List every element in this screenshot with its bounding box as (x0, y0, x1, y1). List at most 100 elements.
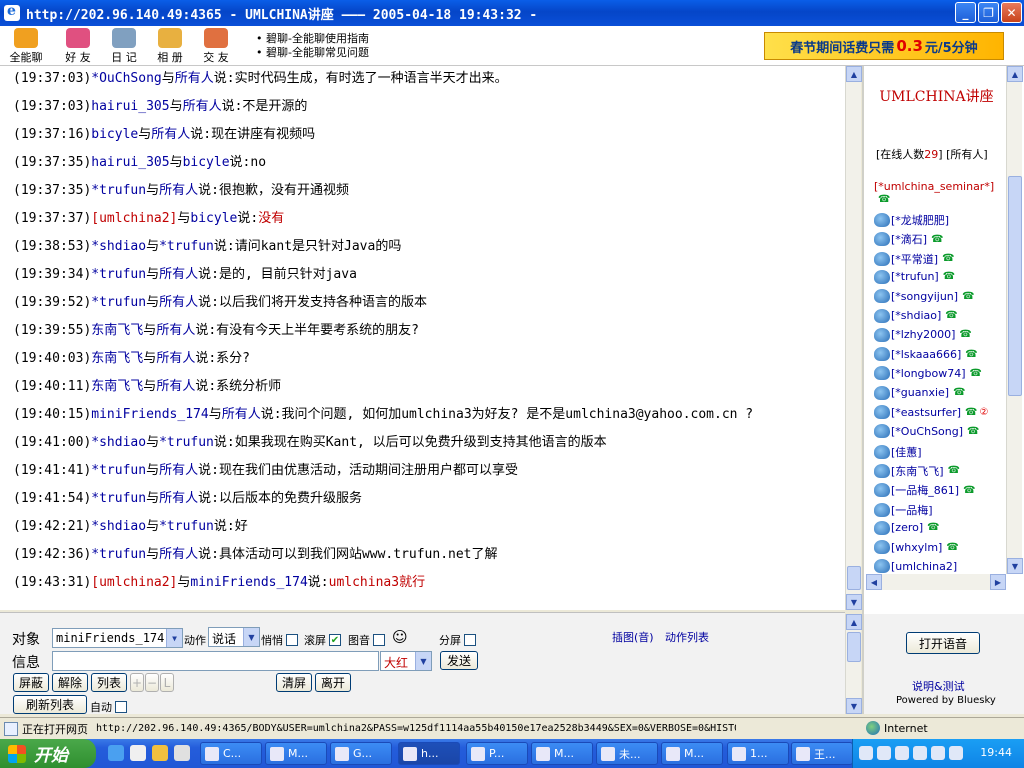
online-user[interactable]: [*OuChSong] ☎ (874, 424, 980, 439)
taskbar-task[interactable]: 王... (791, 742, 853, 765)
chat-sender[interactable]: *trufun (91, 295, 146, 310)
online-user[interactable]: [*滴石] ☎ (874, 231, 944, 247)
chat-sender[interactable]: [umlchina2] (91, 575, 177, 590)
chat-recipient[interactable]: 所有人 (156, 351, 195, 366)
whisper-checkbox[interactable]: 悄悄 (261, 632, 301, 648)
chat-sender[interactable]: *shdiao (91, 239, 146, 254)
app-quicklaunch-icon[interactable] (174, 745, 190, 761)
controls-scrollbar[interactable]: ▲ ▼ (845, 614, 862, 714)
taskbar-task[interactable]: P... (466, 742, 528, 765)
minimize-button[interactable]: _ (955, 2, 976, 23)
chat-recipient[interactable]: 所有人 (159, 183, 198, 198)
clear-button[interactable]: 清屏 (276, 673, 312, 692)
taskbar-task[interactable]: M... (265, 742, 327, 765)
chat-recipient[interactable]: *trufun (159, 239, 214, 254)
chat-recipient[interactable]: 所有人 (159, 547, 198, 562)
online-user[interactable]: [zero] ☎ (874, 520, 940, 535)
scroll-up-button[interactable]: ▲ (846, 66, 862, 82)
split-checkbox[interactable]: 分屏 (439, 632, 479, 648)
chat-recipient[interactable]: 所有人 (156, 323, 195, 338)
userlist-scroll-right[interactable]: ▶ (990, 574, 1006, 590)
controls-scroll-thumb[interactable] (847, 632, 861, 662)
chat-recipient[interactable]: miniFriends_174 (190, 575, 307, 590)
chat-sender[interactable]: *trufun (91, 267, 146, 282)
chat-sender[interactable]: *trufun (91, 491, 146, 506)
chat-recipient[interactable]: 所有人 (159, 267, 198, 282)
image-sound-checkbox[interactable]: 图音 (348, 632, 388, 648)
online-user[interactable]: [一品梅] (874, 502, 933, 518)
chat-sender[interactable]: bicyle (91, 127, 138, 142)
online-user[interactable]: [*trufun] ☎ (874, 269, 955, 284)
taskbar-task[interactable]: C... (200, 742, 262, 765)
chat-scrollbar[interactable]: ▲ ▼ (845, 66, 862, 610)
toolbar-dating[interactable]: 交 友 (198, 28, 234, 65)
action-list-link[interactable]: 动作列表 (665, 629, 709, 645)
userlist-scroll-up[interactable]: ▲ (1007, 66, 1023, 82)
controls-scroll-down[interactable]: ▼ (846, 698, 862, 714)
userlist-hscrollbar[interactable]: ◀ ▶ (866, 574, 1006, 590)
open-voice-button[interactable]: 打开语音 (906, 632, 980, 654)
chat-recipient[interactable]: 所有人 (156, 379, 195, 394)
scroll-checkbox[interactable]: 滚屏 ✔ (304, 632, 344, 648)
taskbar-task[interactable]: h... (398, 742, 460, 765)
taskbar-task[interactable]: 未... (596, 742, 658, 765)
chat-sender[interactable]: *shdiao (91, 435, 146, 450)
tray-icon[interactable] (877, 746, 891, 760)
online-user[interactable]: [*songyijun] ☎ (874, 289, 975, 304)
chat-recipient[interactable]: 所有人 (159, 295, 198, 310)
tray-icon[interactable] (859, 746, 873, 760)
userlist-scroll-left[interactable]: ◀ (866, 574, 882, 590)
all-users-link[interactable]: [所有人] (946, 148, 988, 161)
chat-recipient[interactable]: *trufun (159, 435, 214, 450)
chat-sender[interactable]: *trufun (91, 183, 146, 198)
tray-icon[interactable] (949, 746, 963, 760)
chat-sender[interactable]: hairui_305 (91, 155, 169, 170)
window-titlebar[interactable]: http://202.96.140.49:4365 - UMLCHINA讲座 —… (0, 0, 1024, 26)
ie-quicklaunch-icon[interactable] (108, 745, 124, 761)
online-user[interactable]: [*龙城肥肥] (874, 212, 949, 228)
online-user[interactable]: [*lzhy2000] ☎ (874, 327, 972, 342)
tray-icon[interactable] (895, 746, 909, 760)
help-test-link[interactable]: 说明&测试 (912, 678, 965, 694)
guide-link[interactable]: • 碧聊-全能聊使用指南 (256, 32, 369, 46)
online-user[interactable]: [umlchina2] (874, 559, 957, 574)
tray-icon[interactable] (931, 746, 945, 760)
unmask-button[interactable]: 解除 (52, 673, 88, 692)
chat-recipient[interactable]: bicyle (190, 211, 237, 226)
chat-recipient[interactable]: 所有人 (159, 491, 198, 506)
chat-recipient[interactable]: 所有人 (183, 99, 222, 114)
target-select[interactable]: miniFriends_174 ▼ (52, 628, 183, 648)
ad-banner[interactable]: 春节期间话费只需 0.3 元/5分钟 (764, 32, 1004, 60)
mask-button[interactable]: 屏蔽 (13, 673, 49, 692)
chat-sender[interactable]: 东南飞飞 (91, 379, 143, 394)
toolbar-quanneng[interactable]: 全能聊 (8, 28, 44, 65)
toolbar-diary[interactable]: 日 记 (106, 28, 142, 65)
online-user[interactable]: [*lskaaa666] ☎ (874, 347, 978, 362)
refresh-list-button[interactable]: 刷新列表 (13, 695, 87, 714)
minus-button[interactable]: − (145, 673, 159, 692)
chat-sender[interactable]: *trufun (91, 547, 146, 562)
auto-checkbox[interactable]: 自动 (90, 699, 130, 715)
chat-sender[interactable]: *shdiao (91, 519, 146, 534)
online-user[interactable]: [一品梅_861] ☎ (874, 482, 976, 498)
chat-sender[interactable]: 东南飞飞 (91, 351, 143, 366)
online-user[interactable]: [*平常道] ☎ (874, 251, 955, 267)
chat-sender[interactable]: miniFriends_174 (91, 407, 208, 422)
online-user[interactable]: [whxylm] ☎ (874, 540, 959, 555)
color-select[interactable]: 大红 ▼ (380, 651, 432, 671)
chat-recipient[interactable]: *trufun (159, 519, 214, 534)
chat-recipient[interactable]: bicyle (183, 155, 230, 170)
online-user[interactable]: [*longbow74] ☎ (874, 366, 982, 381)
toolbar-friends[interactable]: 好 友 (60, 28, 96, 65)
scroll-thumb[interactable] (847, 566, 861, 590)
chat-recipient[interactable]: 所有人 (151, 127, 190, 142)
chat-sender[interactable]: 东南飞飞 (91, 323, 143, 338)
faq-link[interactable]: • 碧聊-全能聊常见问题 (256, 46, 369, 60)
insert-media-link[interactable]: 插图(音) (612, 629, 654, 645)
taskbar-task[interactable]: G... (330, 742, 392, 765)
online-user[interactable]: [佳蕙] (874, 444, 922, 460)
plus-button[interactable]: + (130, 673, 144, 692)
chat-sender[interactable]: *trufun (91, 463, 146, 478)
taskbar-task[interactable]: M... (661, 742, 723, 765)
controls-scroll-up[interactable]: ▲ (846, 614, 862, 630)
